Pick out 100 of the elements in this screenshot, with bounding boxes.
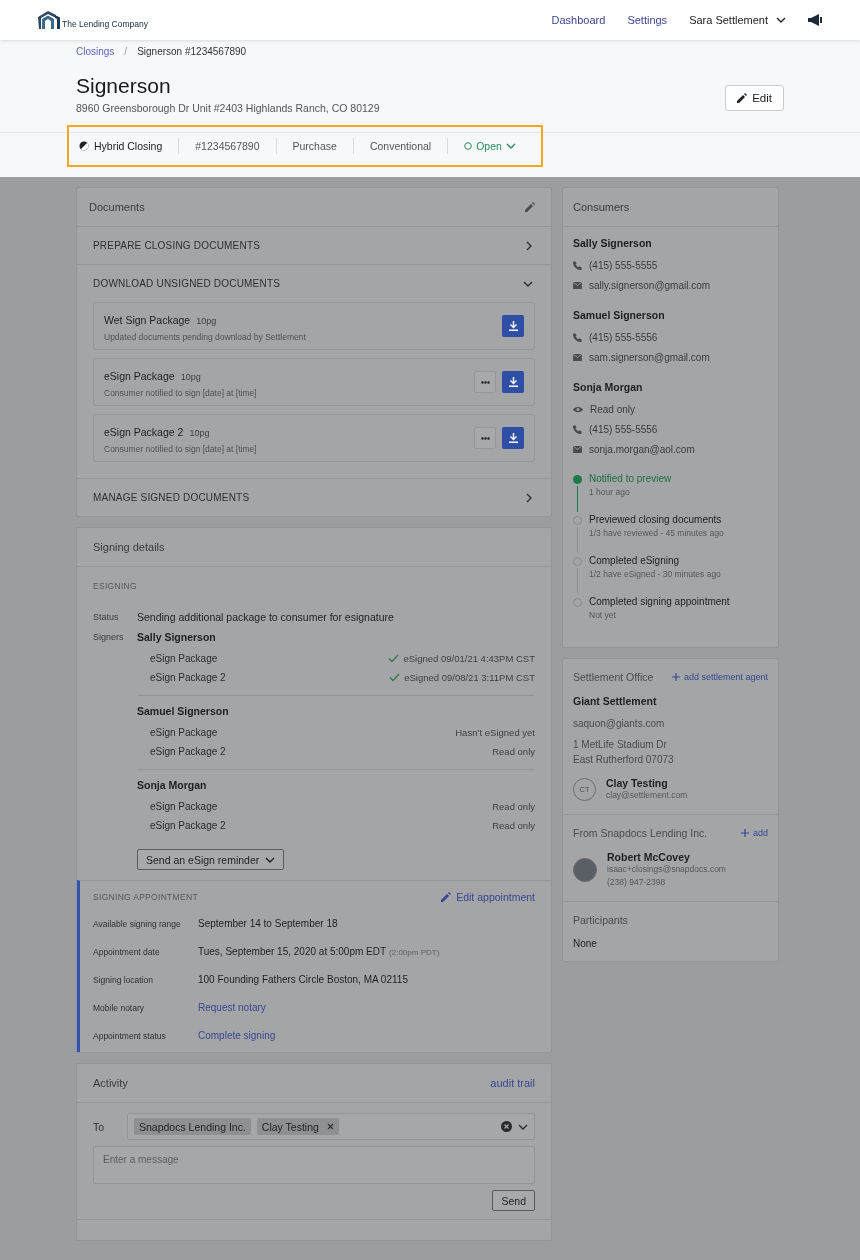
field-label: Signers <box>93 631 125 644</box>
consumer-name: Sally Signerson <box>573 237 653 249</box>
close-icon <box>326 1123 334 1130</box>
section-header[interactable]: PREPARE CLOSING DOCUMENTS <box>77 227 551 264</box>
phone-icon <box>573 260 582 270</box>
nav-link[interactable]: Settings <box>627 14 668 26</box>
more-button[interactable] <box>474 427 496 449</box>
package-name: eSign Package <box>150 653 218 664</box>
avatar-photo-placeholder <box>573 858 597 882</box>
status-circle-icon <box>464 142 473 150</box>
timeline-title: Previewed closing documents <box>589 514 723 525</box>
section-header[interactable]: MANAGE SIGNED DOCUMENTS <box>77 479 551 516</box>
package-name: eSign Package 2 <box>150 672 226 683</box>
pencil-icon <box>737 93 748 103</box>
reminder-dropdown[interactable]: Send an eSign reminder <box>137 849 285 870</box>
field-value: September 14 to September 18 <box>198 918 338 929</box>
ellipsis-icon <box>480 380 490 384</box>
download-button[interactable] <box>502 371 524 393</box>
field-value: Tues, September 15, 2020 at 5:00pm EDT <box>198 946 387 957</box>
caret-icon <box>265 855 276 864</box>
field-label: To <box>93 1120 106 1133</box>
field-label: Signing location <box>93 975 154 985</box>
section-title: From Snapdocs Lending Inc. <box>573 827 708 839</box>
contact-name: Robert McCovey <box>607 851 691 863</box>
email-address: isaac+closings@snapdocs.com <box>607 863 726 876</box>
phone-number: (238) 947-2398 <box>607 876 667 889</box>
package-name: eSign Package <box>150 727 218 738</box>
card-title: Signing details <box>93 541 165 553</box>
send-button[interactable]: Send <box>492 1190 535 1211</box>
consumer-name: Sonja Morgan <box>573 381 644 393</box>
remove-button[interactable] <box>326 1123 334 1130</box>
plus-icon <box>740 829 749 837</box>
closing-attribute: Purchase <box>292 140 337 152</box>
package-name: eSign Package 2 <box>150 746 226 757</box>
download-button[interactable] <box>502 427 524 449</box>
timeline-title: Completed eSigning <box>589 555 681 566</box>
caret-icon <box>505 142 516 150</box>
nav-link[interactable]: Dashboard <box>551 14 606 26</box>
signing-status: Read only <box>492 820 535 831</box>
edit-appointment-link[interactable]: Edit appointment <box>441 891 535 903</box>
signing-status: eSigned 09/08/21 3:11PM CST <box>404 672 535 683</box>
signing-status: Sending additional package to consumer for esignature <box>137 611 395 623</box>
access-level: Read only <box>590 403 636 415</box>
contact-name: Clay Testing <box>606 777 669 789</box>
consumer-name: Samuel Signerson <box>573 309 666 321</box>
package-name: eSign Package <box>150 801 218 812</box>
house-logo-icon <box>38 11 60 29</box>
recipient-chip: Clay Testing <box>256 1118 339 1135</box>
timeline-detail: 1/3 have reviewed - 45 minutes ago <box>589 528 724 538</box>
package-note: Consumer notified to sign [date] at [time] <box>104 444 258 454</box>
download-button[interactable] <box>502 315 524 337</box>
plus-icon <box>671 673 680 681</box>
megaphone-icon[interactable] <box>808 14 822 26</box>
eye-icon <box>573 405 583 413</box>
message-field[interactable]: Enter a message <box>93 1146 535 1184</box>
card-title: Documents <box>89 201 145 213</box>
user-menu[interactable]: Sara Settlement <box>689 14 786 26</box>
package-name: eSign Package 2 <box>150 820 226 831</box>
envelope-icon <box>573 445 582 453</box>
more-button[interactable] <box>474 371 496 393</box>
edit-button[interactable]: Edit <box>725 85 784 111</box>
breadcrumb-current: Signerson #1234567890 <box>137 46 247 57</box>
field-value: 100 Founding Fathers Circle Boston, MA 02115 <box>198 974 408 985</box>
phone-icon <box>573 424 582 434</box>
recipient-field[interactable]: Snapdocs Lending Inc. Clay Testing <box>127 1113 535 1140</box>
timeline-detail: 1 hour ago <box>589 487 631 497</box>
email-address: sonja.morgan@aol.com <box>589 443 695 455</box>
section-header[interactable]: DOWNLOAD UNSIGNED DOCUMENTS <box>77 265 551 302</box>
timeline-detail: Not yet <box>589 610 617 620</box>
phone-icon <box>573 332 582 342</box>
timeline-title: Notified to preview <box>589 473 672 484</box>
section-title: Participants <box>573 914 628 926</box>
field-label: Status <box>93 611 120 623</box>
timeline-detail: 1/2 have eSigned - 30 minutes ago <box>589 569 721 579</box>
breadcrumb-link[interactable]: Closings <box>76 46 115 57</box>
clear-icon[interactable] <box>501 1121 512 1132</box>
section-caption: ESIGNING <box>93 581 138 591</box>
section-title: Settlement Office <box>573 671 654 683</box>
download-icon <box>508 321 518 331</box>
status-dropdown[interactable]: Open <box>464 140 516 152</box>
package-name: Wet Sign Package <box>104 314 191 326</box>
action-link[interactable]: Complete signing <box>198 1030 276 1041</box>
audit-trail-link[interactable]: audit trail <box>490 1077 535 1089</box>
participants-value: None <box>573 938 598 949</box>
chevron-down-icon <box>518 1122 528 1131</box>
envelope-icon <box>573 281 582 289</box>
phone-number: (415) 555-5555 <box>589 259 658 271</box>
add-link[interactable]: add <box>740 828 768 838</box>
field-label: Appointment status <box>93 1031 167 1041</box>
action-link[interactable]: Request notary <box>198 1002 266 1013</box>
ellipsis-icon <box>480 436 490 440</box>
closing-type: Hybrid Closing <box>94 140 163 152</box>
signing-status: eSigned 09/01/21 4:43PM CST <box>403 653 535 664</box>
add-link[interactable]: add settlement agent <box>671 672 768 682</box>
email-address: sam.signerson@gmail.com <box>589 351 710 363</box>
field-label: Mobile notary <box>93 1003 146 1013</box>
card-title: Consumers <box>573 201 630 213</box>
closing-attribute: Conventional <box>369 140 432 152</box>
phone-number: (415) 555-5556 <box>589 331 658 343</box>
page-count: 10pg <box>180 372 201 382</box>
